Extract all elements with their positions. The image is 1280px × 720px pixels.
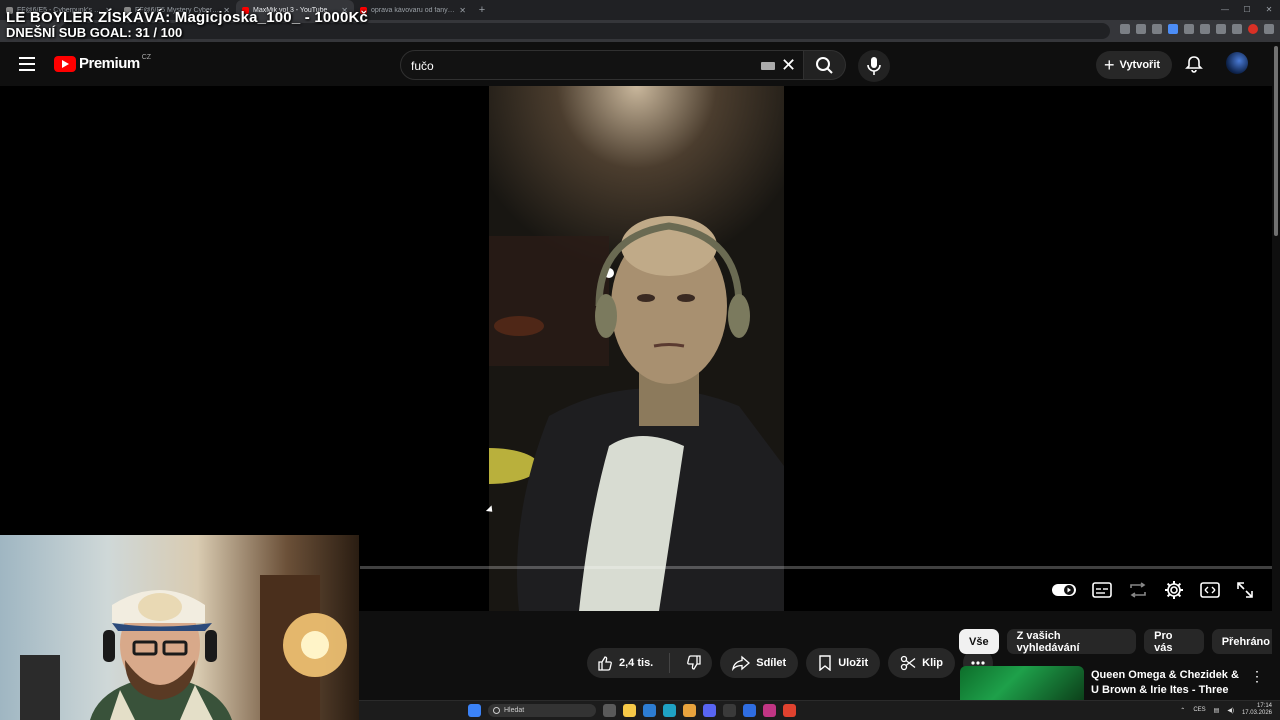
close-window-icon[interactable]: ✕ xyxy=(1258,0,1280,20)
create-button[interactable]: + Vytvořit xyxy=(1096,51,1173,79)
search-button[interactable] xyxy=(804,50,846,80)
windows-start-icon[interactable] xyxy=(468,704,481,717)
webcam-picture xyxy=(20,575,347,720)
video-player[interactable] xyxy=(0,86,1280,611)
streamer-webcam xyxy=(0,535,359,720)
browser-tab[interactable]: oprava kávovaru od fanynky s... ✕ xyxy=(354,0,472,20)
notifications-icon[interactable] xyxy=(1184,54,1204,74)
scrollbar-thumb[interactable] xyxy=(1274,46,1278,236)
extensions-area xyxy=(1120,24,1274,34)
theater-mode-icon[interactable] xyxy=(1200,582,1220,598)
window-controls: — ☐ ✕ xyxy=(1214,0,1280,20)
app-icon[interactable] xyxy=(743,704,756,717)
avatar[interactable] xyxy=(1226,52,1248,74)
microphone-icon xyxy=(867,57,881,75)
more-vertical-icon[interactable]: ⋮ xyxy=(1250,668,1264,685)
file-explorer-icon[interactable] xyxy=(623,704,636,717)
keyboard-icon[interactable] xyxy=(761,62,775,70)
youtube-logo[interactable]: Premium CZ xyxy=(54,54,151,72)
menu-icon[interactable] xyxy=(19,57,35,71)
app-icon[interactable] xyxy=(643,704,656,717)
profile-icon[interactable] xyxy=(1248,24,1258,34)
chrome-icon[interactable] xyxy=(683,704,696,717)
taskbar-apps: Hledat xyxy=(468,704,796,717)
plus-icon: + xyxy=(1104,55,1115,75)
video-actions: 2,4 tis. Sdílet Uložit Klip xyxy=(587,648,993,678)
thumbs-up-icon xyxy=(598,656,612,671)
language-indicator[interactable]: CES xyxy=(1193,707,1205,713)
sub-goal: DNEŠNÍ SUB GOAL: 31 / 100 xyxy=(6,25,183,40)
dislike-button[interactable] xyxy=(676,648,712,678)
extension-icon[interactable] xyxy=(1184,24,1194,34)
share-button[interactable]: Sdílet xyxy=(720,648,799,678)
like-count: 2,4 tis. xyxy=(619,657,654,669)
system-tray: ⌃ CES ▤ ◀) 17:14 17.03.2026 xyxy=(1180,703,1272,717)
search-icon xyxy=(816,57,833,74)
autoplay-toggle-icon[interactable] xyxy=(1052,583,1076,597)
donation-alert: LE BOYLER ZÍSKÁVÁ: Magicjoska_100_ - 100… xyxy=(6,9,369,26)
clock[interactable]: 17:14 17.03.2026 xyxy=(1242,703,1272,717)
chevron-up-icon[interactable]: ⌃ xyxy=(1180,707,1185,714)
bookmark-icon xyxy=(819,655,831,671)
player-controls xyxy=(1052,580,1254,600)
like-button[interactable]: 2,4 tis. xyxy=(587,648,663,678)
chip-for-you[interactable]: Pro vás xyxy=(1144,629,1204,654)
video-picture xyxy=(489,216,784,611)
fullscreen-icon[interactable] xyxy=(1236,581,1254,599)
extension-icon[interactable] xyxy=(1232,24,1242,34)
star-icon[interactable] xyxy=(1152,24,1162,34)
loop-icon[interactable] xyxy=(1128,582,1148,598)
cast-icon[interactable] xyxy=(1120,24,1130,34)
network-icon[interactable]: ▤ xyxy=(1214,707,1220,714)
steam-icon[interactable] xyxy=(723,704,736,717)
search-input[interactable] xyxy=(411,57,751,75)
chip-watched[interactable]: Přehráno xyxy=(1211,629,1280,654)
progress-bar[interactable] xyxy=(360,566,1280,569)
thumbs-down-icon xyxy=(687,655,701,670)
more-horizontal-icon xyxy=(971,661,985,665)
app-icon[interactable] xyxy=(763,704,776,717)
like-dislike-group: 2,4 tis. xyxy=(587,648,713,678)
voice-search-button[interactable] xyxy=(858,50,890,82)
taskbar-search[interactable]: Hledat xyxy=(488,704,596,717)
task-view-icon[interactable] xyxy=(603,704,616,717)
close-tab-icon[interactable]: ✕ xyxy=(459,6,466,15)
chip-from-searches[interactable]: Z vašich vyhledávání xyxy=(1006,629,1137,654)
save-button[interactable]: Uložit xyxy=(806,648,881,678)
share-icon xyxy=(732,655,751,671)
youtube-play-icon xyxy=(54,55,76,72)
clear-search-icon[interactable]: ✕ xyxy=(781,55,796,75)
divider xyxy=(669,653,671,673)
extension-icon[interactable] xyxy=(1200,24,1210,34)
maximize-icon[interactable]: ☐ xyxy=(1236,0,1258,20)
zoom-icon[interactable] xyxy=(1136,24,1146,34)
volume-icon[interactable]: ◀) xyxy=(1227,707,1234,714)
discord-icon[interactable] xyxy=(703,704,716,717)
settings-gear-icon[interactable] xyxy=(1164,580,1184,600)
youtube-header: Premium CZ ✕ + Vytvořit xyxy=(0,42,1280,86)
scissors-icon xyxy=(901,655,916,671)
minimize-icon[interactable]: — xyxy=(1214,0,1236,20)
search-box: ✕ xyxy=(400,50,804,80)
menu-dots-icon[interactable] xyxy=(1264,24,1274,34)
recommended-video[interactable]: Queen Omega & Chezidek & U Brown & Irie … xyxy=(960,666,1270,711)
new-tab-button[interactable]: + xyxy=(472,4,492,16)
subtitles-icon[interactable] xyxy=(1092,582,1112,598)
extension-icon[interactable] xyxy=(1168,24,1178,34)
chip-all[interactable]: Vše xyxy=(959,629,999,654)
edge-icon[interactable] xyxy=(663,704,676,717)
video-frame xyxy=(489,86,784,611)
extension-icon[interactable] xyxy=(1216,24,1226,34)
stream-overlay: LE BOYLER ZÍSKÁVÁ: Magicjoska_100_ - 100… xyxy=(6,9,368,40)
clip-button[interactable]: Klip xyxy=(888,648,955,678)
recommendation-chips: Vše Z vašich vyhledávání Pro vás Přehrán… xyxy=(959,629,1280,654)
obs-icon[interactable] xyxy=(783,704,796,717)
